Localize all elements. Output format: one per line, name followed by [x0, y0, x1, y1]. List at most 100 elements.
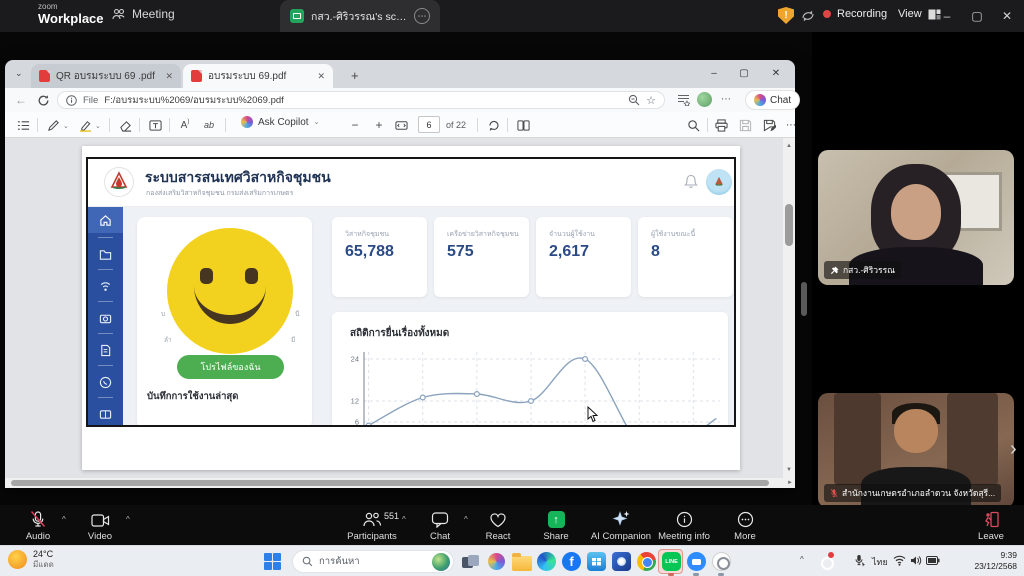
- tab-more-icon[interactable]: ⋯: [414, 8, 430, 24]
- browser-maximize-button[interactable]: ▢: [731, 62, 757, 84]
- eraser-icon[interactable]: [117, 117, 133, 133]
- tray-battery-icon[interactable]: [926, 556, 940, 565]
- pdf-horizontal-scrollbar[interactable]: ►: [5, 478, 795, 488]
- ask-copilot-button[interactable]: Ask Copilot ⌄: [241, 116, 319, 128]
- pen-chevron-icon[interactable]: ⌄: [63, 122, 69, 130]
- taskbar-search[interactable]: การค้นหา: [292, 550, 454, 573]
- zoom-in-page-icon[interactable]: +: [371, 117, 387, 133]
- scroll-up-icon[interactable]: ▲: [783, 140, 795, 152]
- shared-view-scroll-pill[interactable]: [801, 282, 807, 316]
- window-close-button[interactable]: ✕: [992, 0, 1022, 32]
- draw-pen-icon[interactable]: [45, 117, 61, 133]
- browser-minimize-button[interactable]: –: [701, 62, 727, 84]
- tray-mic-icon[interactable]: [854, 554, 866, 567]
- tab-close-icon[interactable]: ✕: [317, 71, 325, 82]
- window-minimize-button[interactable]: –: [932, 0, 962, 32]
- weather-widget[interactable]: 24°C มีแดด: [8, 549, 54, 569]
- bell-icon[interactable]: [684, 174, 698, 189]
- recording-indicator[interactable]: Recording: [823, 8, 887, 20]
- more-button[interactable]: More: [707, 509, 783, 542]
- tab-shared-screen[interactable]: กสว.-ศิริวรรณ's screen ⋯: [280, 0, 440, 32]
- participant-video-1[interactable]: กสว.-ศิริวรรณ: [818, 150, 1014, 285]
- browser-more-icon[interactable]: ⋯: [721, 94, 731, 105]
- window-maximize-button[interactable]: ▢: [962, 0, 992, 32]
- store-button[interactable]: [586, 551, 607, 572]
- file-explorer-button[interactable]: [511, 551, 532, 572]
- pdf-vertical-scrollbar[interactable]: ▲ ▼: [783, 138, 795, 478]
- browser-profile-avatar[interactable]: [697, 92, 712, 107]
- search-document-icon[interactable]: [685, 117, 701, 133]
- task-view-button[interactable]: [460, 551, 481, 572]
- toc-icon[interactable]: [15, 117, 31, 133]
- back-icon[interactable]: ←: [15, 93, 27, 107]
- page-number-input[interactable]: [418, 116, 440, 133]
- tab-close-icon[interactable]: ✕: [165, 71, 173, 82]
- info-icon[interactable]: [66, 94, 77, 106]
- sidebar-item-folder[interactable]: [88, 241, 123, 267]
- chrome-button[interactable]: [636, 551, 657, 572]
- camera-ring-button[interactable]: [711, 551, 732, 572]
- sidebar-item-phone[interactable]: [88, 369, 123, 395]
- sidebar-item-camera[interactable]: [88, 305, 123, 331]
- copilot-taskbar-button[interactable]: [486, 551, 507, 572]
- fit-to-width-icon[interactable]: [393, 117, 409, 133]
- new-tab-button[interactable]: +: [351, 68, 359, 83]
- scroll-right-icon[interactable]: ►: [785, 478, 795, 488]
- collections-icon[interactable]: [677, 94, 690, 106]
- save-as-icon[interactable]: [761, 117, 777, 133]
- sidebar-item-home[interactable]: [88, 207, 123, 233]
- tray-language[interactable]: ไทย: [872, 555, 888, 569]
- chrome-icon: [637, 552, 656, 571]
- page-view-icon[interactable]: [515, 117, 531, 133]
- refresh-icon[interactable]: [37, 94, 50, 107]
- read-aloud-icon[interactable]: A): [177, 117, 193, 133]
- tray-expand-chevron[interactable]: ^: [800, 555, 804, 564]
- vertical-scroll-thumb[interactable]: [785, 204, 793, 246]
- browser-close-button[interactable]: ✕: [763, 62, 789, 84]
- print-icon[interactable]: [713, 117, 729, 133]
- zoom-app-button[interactable]: [686, 551, 707, 572]
- horizontal-scroll-thumb[interactable]: [11, 480, 769, 486]
- rotate-icon[interactable]: [485, 117, 501, 133]
- recent-log-title: บันทึกการใช้งานล่าสุด: [147, 391, 239, 402]
- dashboard-screenshot: ระบบสารสนเทศวิสาหกิจชุมชน กองส่งเสริมวิส…: [86, 157, 736, 427]
- workspace-chevron-down-icon[interactable]: ⌄: [84, 11, 92, 22]
- save-icon[interactable]: [737, 117, 753, 133]
- masked-text-fragment: นี: [295, 311, 300, 318]
- highlighter-chevron-icon[interactable]: ⌄: [95, 122, 101, 130]
- my-profile-button[interactable]: โปรไฟล์ของฉัน: [177, 355, 284, 379]
- participant-video-2[interactable]: สำนักงานเกษตรอำเภอลำดวน จังหวัดสุรี...: [818, 393, 1014, 508]
- tab-search-chevron-icon[interactable]: ⌄: [15, 68, 23, 79]
- zoom-out-icon[interactable]: [628, 94, 640, 106]
- video-options-chevron[interactable]: ^: [126, 515, 130, 524]
- tab-meeting[interactable]: Meeting: [112, 7, 175, 21]
- browser-tab-qr-pdf[interactable]: QR อบรมระบบ 69 .pdf ✕: [31, 64, 181, 88]
- leave-button[interactable]: Leave: [953, 509, 1024, 542]
- line-button[interactable]: LINE: [661, 551, 682, 572]
- participants-next-chevron-icon[interactable]: ›: [1010, 438, 1017, 461]
- start-button[interactable]: [262, 551, 283, 572]
- tray-volume-icon[interactable]: [910, 555, 922, 566]
- scroll-down-icon[interactable]: ▼: [783, 464, 795, 476]
- browser-tab-active-pdf[interactable]: อบรมระบบ 69.pdf ✕: [183, 64, 333, 88]
- security-shield-icon[interactable]: !: [778, 7, 794, 24]
- highlighter-icon[interactable]: [77, 117, 93, 133]
- edge-button[interactable]: [536, 551, 557, 572]
- pdf-more-icon[interactable]: ⋯: [783, 117, 799, 133]
- copilot-chat-button[interactable]: Chat: [745, 90, 801, 110]
- sidebar-item-card[interactable]: [88, 401, 123, 425]
- zoom-out-page-icon[interactable]: −: [347, 117, 363, 133]
- facebook-button[interactable]: f: [561, 551, 582, 572]
- address-pill[interactable]: File F:/อบรมระบบ%2069/อบรมระบบ%2069.pdf …: [57, 91, 665, 109]
- tray-wifi-icon[interactable]: [893, 555, 906, 566]
- dashboard-user-avatar[interactable]: [706, 169, 732, 195]
- sidebar-item-broadcast[interactable]: [88, 273, 123, 299]
- favorite-star-icon[interactable]: ☆: [646, 94, 656, 107]
- photos-app-button[interactable]: [611, 551, 632, 572]
- video-button[interactable]: Video: [62, 509, 138, 542]
- taskbar-clock[interactable]: 9:39 23/12/2568: [974, 550, 1017, 573]
- add-text-icon[interactable]: [147, 117, 163, 133]
- sidebar-item-document[interactable]: [88, 337, 123, 363]
- connection-status-icon[interactable]: [800, 8, 816, 24]
- text-tools-icon[interactable]: ab: [201, 117, 217, 133]
